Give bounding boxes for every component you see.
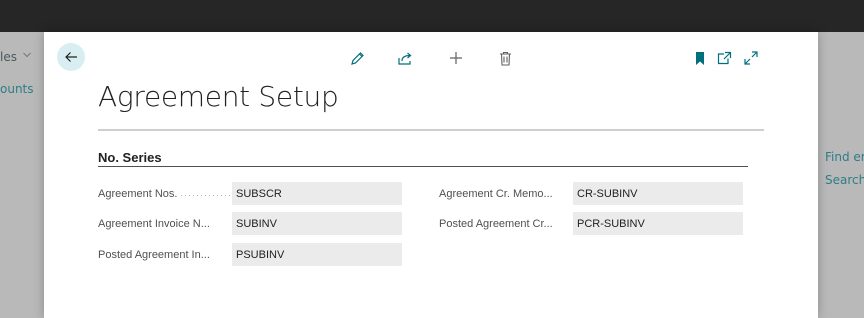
back-button[interactable] (57, 43, 85, 71)
field-label: Agreement Nos. (98, 188, 232, 200)
share-button[interactable] (396, 49, 414, 67)
field-agreement-cr-memo-nos: Agreement Cr. Memo... (439, 182, 743, 205)
open-new-window-icon (717, 51, 731, 65)
agreement-cr-memo-nos-input[interactable] (573, 182, 743, 205)
field-posted-agreement-invoice-nos: Posted Agreement In... (98, 243, 402, 266)
background-link-search[interactable]: Search (825, 173, 864, 187)
edit-button[interactable] (348, 49, 366, 67)
section-title-no-series[interactable]: No. Series (98, 150, 162, 165)
delete-trash-icon (499, 51, 511, 66)
expand-icon (744, 51, 758, 65)
field-agreement-invoice-nos: Agreement Invoice N... (98, 212, 402, 235)
agreement-nos-input[interactable] (232, 182, 402, 205)
field-label: Agreement Invoice N... (98, 218, 232, 230)
setup-dialog: Agreement Setup No. Series Agreement Nos… (44, 32, 818, 318)
delete-button[interactable] (496, 49, 514, 67)
background-nav-link[interactable]: ounts (0, 82, 34, 96)
posted-agreement-cr-memo-nos-input[interactable] (573, 212, 743, 235)
top-bar (0, 0, 864, 32)
background-link-find[interactable]: Find er (825, 150, 864, 164)
back-arrow-icon (65, 52, 77, 62)
field-label: Agreement Cr. Memo... (439, 188, 573, 200)
field-label-text: Agreement Nos. (98, 187, 178, 200)
field-label-text: Posted Agreement In... (98, 248, 210, 261)
expand-button[interactable] (742, 49, 760, 67)
field-label-text: Posted Agreement Cr... (439, 217, 553, 230)
background-nav-item[interactable]: les (0, 50, 31, 64)
agreement-invoice-nos-input[interactable] (232, 212, 402, 235)
section-divider (98, 166, 748, 167)
field-label-text: Agreement Cr. Memo... (439, 187, 553, 200)
page-title: Agreement Setup (98, 80, 339, 113)
chevron-down-icon (22, 52, 31, 58)
bookmark-button[interactable] (691, 49, 709, 67)
background-nav-label: les (0, 50, 17, 64)
title-divider (98, 129, 764, 131)
add-icon (450, 52, 462, 64)
field-label-text: Agreement Invoice N... (98, 217, 210, 230)
field-label: Posted Agreement Cr... (439, 218, 573, 230)
open-new-window-button[interactable] (715, 49, 733, 67)
field-agreement-nos: Agreement Nos. (98, 182, 402, 205)
label-leader-dots (181, 195, 232, 196)
field-posted-agreement-cr-memo-nos: Posted Agreement Cr... (439, 212, 743, 235)
new-button[interactable] (447, 49, 465, 67)
edit-pencil-icon (350, 51, 364, 65)
share-icon (398, 52, 412, 65)
posted-agreement-invoice-nos-input[interactable] (232, 243, 402, 266)
field-label: Posted Agreement In... (98, 249, 232, 261)
bookmark-icon (696, 51, 704, 65)
